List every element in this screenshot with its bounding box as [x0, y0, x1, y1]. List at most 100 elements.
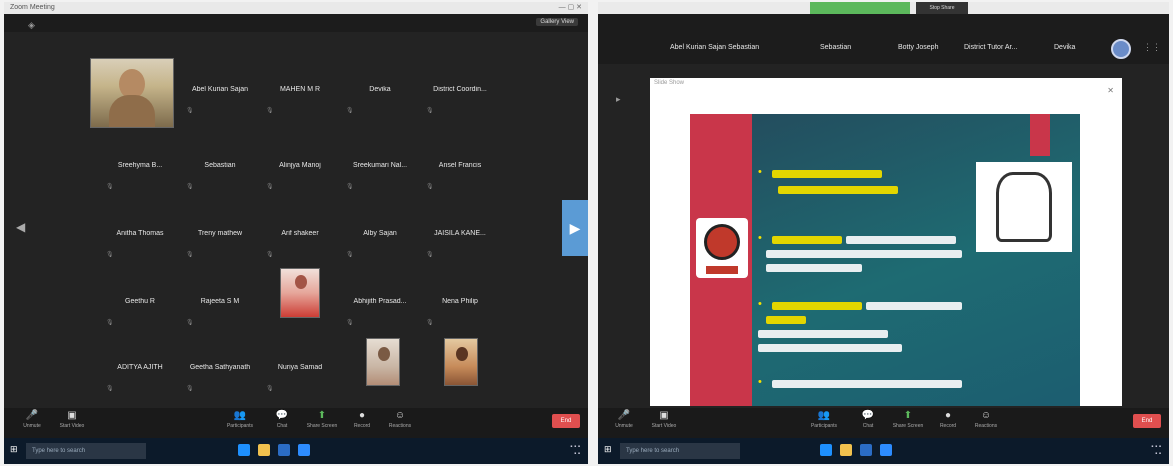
- chat-button[interactable]: 💬 Chat: [846, 410, 890, 429]
- gallery-view-button[interactable]: Gallery View: [536, 18, 578, 26]
- chat-icon: 💬: [275, 410, 289, 421]
- slide-text-line: [758, 330, 888, 338]
- folder-icon[interactable]: [258, 444, 270, 456]
- avatar[interactable]: [1111, 39, 1131, 59]
- taskbar-search-input[interactable]: Type here to search: [26, 443, 146, 459]
- meeting-toolbar: 🎤 Unmute ▣ Start Video 👥 Participants 💬 Chat…: [4, 408, 588, 438]
- side-arrow-icon[interactable]: ▸: [616, 94, 621, 105]
- view-options-icon[interactable]: ⋮⋮: [1143, 42, 1161, 53]
- participant-tile[interactable]: Rajeeta S M 🎙: [180, 276, 260, 330]
- zoom-app-icon[interactable]: [298, 444, 310, 456]
- participants-button[interactable]: 👥 Participants: [218, 410, 262, 429]
- start-video-button[interactable]: ▣ Start Video: [50, 410, 94, 429]
- participant-tile[interactable]: Nuriya Samad 🎙: [260, 342, 340, 396]
- participant-video-tile[interactable]: [280, 268, 320, 318]
- participant-tile[interactable]: Sebastian 🎙: [180, 140, 260, 194]
- chat-icon: 💬: [861, 410, 875, 421]
- strip-participant-name[interactable]: Devika: [1054, 44, 1075, 51]
- bullet-icon: •: [758, 376, 762, 388]
- strip-participant-name[interactable]: Sebastian: [820, 44, 851, 51]
- start-video-button[interactable]: ▣ Start Video: [642, 410, 686, 429]
- mic-off-icon: 🎙: [186, 184, 194, 190]
- participant-name: Abel Kurian Sajan: [191, 86, 249, 93]
- participant-tile[interactable]: Ansel Francis 🎙: [420, 140, 500, 194]
- taskbar-search-input[interactable]: Type here to search: [620, 443, 740, 459]
- participant-video-host[interactable]: [90, 58, 174, 128]
- slide-text-line: [758, 344, 902, 352]
- edge-icon[interactable]: [820, 444, 832, 456]
- share-screen-icon: ⬆: [903, 410, 913, 421]
- participant-name: JAISILA KANE...: [434, 230, 486, 237]
- participant-name: Arif shakeer: [281, 230, 319, 237]
- strip-participant-name[interactable]: Abel Kurian Sajan: [670, 44, 726, 51]
- strip-participant-name[interactable]: Botty Joseph: [898, 44, 938, 51]
- participant-name: ADITYA AJITH: [117, 364, 163, 371]
- participant-name: Geetha Sathyanath: [189, 364, 251, 371]
- reactions-button[interactable]: ☺ Reactions: [378, 410, 422, 429]
- participant-tile[interactable]: JAISILA KANE... 🎙: [420, 208, 500, 262]
- participant-tile[interactable]: Sreehyma B... 🎙: [100, 140, 180, 194]
- participant-tile[interactable]: ADITYA AJITH 🎙: [100, 342, 180, 396]
- participant-name: Sreehyma B...: [117, 162, 163, 169]
- participant-tile[interactable]: MAHEN M R 🎙: [260, 64, 340, 118]
- participant-tile[interactable]: Alby Sajan 🎙: [340, 208, 420, 262]
- stop-share-button[interactable]: Stop Share: [916, 2, 968, 14]
- share-screen-button[interactable]: ⬆ Share Screen: [886, 410, 930, 429]
- participant-tile[interactable]: District Coordin... 🎙: [420, 64, 500, 118]
- mic-off-icon: 🎤: [25, 410, 39, 421]
- taskbar-clock: ▪ ▪ ▪ ▪ ▪: [570, 444, 580, 457]
- word-icon[interactable]: [278, 444, 290, 456]
- participants-icon: 👥: [817, 410, 831, 421]
- slide-red-accent: [1030, 114, 1050, 156]
- chat-button[interactable]: 💬 Chat: [260, 410, 304, 429]
- mic-off-icon: 🎙: [346, 320, 354, 326]
- strip-participant-name[interactable]: Sebastian: [728, 44, 759, 51]
- end-meeting-button[interactable]: End: [552, 414, 580, 428]
- edge-icon[interactable]: [238, 444, 250, 456]
- slide-text-line: [772, 170, 882, 178]
- unmute-button[interactable]: 🎤 Unmute: [602, 410, 646, 429]
- mic-off-icon: 🎙: [186, 386, 194, 392]
- participant-tile[interactable]: Abhijith Prasad... 🎙: [340, 276, 420, 330]
- next-page-button[interactable]: ▶: [562, 200, 588, 256]
- zoom-app-icon[interactable]: [880, 444, 892, 456]
- participant-name: District Coordin...: [433, 86, 487, 93]
- windows-start-icon[interactable]: ⊞: [10, 444, 18, 455]
- logo-icon: [696, 218, 748, 278]
- participant-tile[interactable]: Abel Kurian Sajan 🎙: [180, 64, 260, 118]
- strip-participant-name[interactable]: District Tutor Ar...: [964, 44, 1017, 51]
- zoom-window-gallery: Zoom Meeting — ▢ ✕ ◈ Gallery View Abel K…: [4, 2, 588, 464]
- prev-page-arrow-icon[interactable]: ◀: [16, 220, 25, 234]
- participant-tile[interactable]: Arif shakeer 🎙: [260, 208, 340, 262]
- folder-icon[interactable]: [840, 444, 852, 456]
- unmute-button[interactable]: 🎤 Unmute: [10, 410, 54, 429]
- participant-tile[interactable]: Sreekumari Nal... 🎙: [340, 140, 420, 194]
- mic-off-icon: 🎙: [106, 386, 114, 392]
- participant-tile[interactable]: Geetha Sathyanath 🎙: [180, 342, 260, 396]
- participant-video-tile[interactable]: [444, 338, 478, 386]
- mic-off-icon: 🎙: [266, 386, 274, 392]
- participant-tile[interactable]: Alinjya Manoj 🎙: [260, 140, 340, 194]
- participant-name: Geethu R: [125, 298, 155, 305]
- share-screen-button[interactable]: ⬆ Share Screen: [300, 410, 344, 429]
- mic-off-icon: 🎙: [186, 320, 194, 326]
- reactions-icon: ☺: [394, 410, 406, 421]
- word-icon[interactable]: [860, 444, 872, 456]
- participant-video-tile[interactable]: [366, 338, 400, 386]
- participant-tile[interactable]: Anitha Thomas 🎙: [100, 208, 180, 262]
- reactions-button[interactable]: ☺ Reactions: [964, 410, 1008, 429]
- participant-tile[interactable]: Devika 🎙: [340, 64, 420, 118]
- window-controls[interactable]: — ▢ ✕: [559, 2, 582, 14]
- participant-tile[interactable]: Geethu R 🎙: [100, 276, 180, 330]
- shared-slide-window: Slide Show ✕ • • • •: [650, 78, 1122, 406]
- participant-name: Ansel Francis: [438, 162, 482, 169]
- end-meeting-button[interactable]: End: [1133, 414, 1161, 428]
- participant-tile[interactable]: Treny mathew 🎙: [180, 208, 260, 262]
- participant-tile[interactable]: Nena Philip 🎙: [420, 276, 500, 330]
- windows-start-icon[interactable]: ⊞: [604, 444, 612, 455]
- mic-off-icon: 🎤: [617, 410, 631, 421]
- shield-icon[interactable]: ◈: [28, 20, 35, 31]
- emblem-icon: [976, 162, 1072, 252]
- close-icon[interactable]: ✕: [1107, 86, 1114, 95]
- participants-button[interactable]: 👥 Participants: [802, 410, 846, 429]
